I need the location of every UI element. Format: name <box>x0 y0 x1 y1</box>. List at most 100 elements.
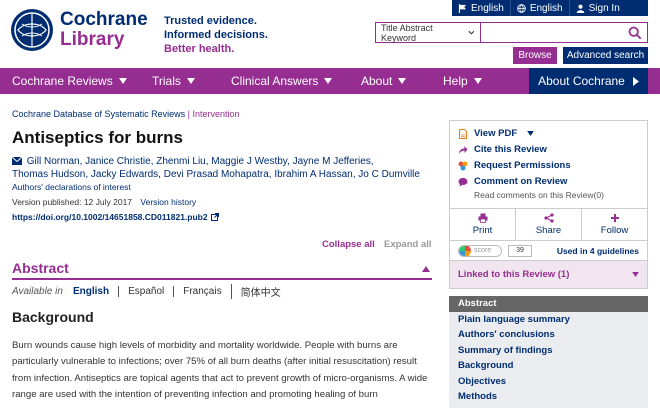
tagline: Trusted evidence. Informed decisions. Be… <box>164 14 268 56</box>
toc-item-abstract[interactable]: Abstract <box>449 296 648 312</box>
nav-label: Clinical Answers <box>231 74 319 88</box>
toc-item-summary-of-findings[interactable]: Summary of findings <box>449 343 648 359</box>
linked-reviews-label: Linked to this Review (1) <box>458 269 570 280</box>
globe-icon <box>516 3 526 13</box>
page-title: Antiseptics for burns <box>12 128 183 147</box>
expand-all-button[interactable]: Expand all <box>384 239 432 250</box>
breadcrumb-separator: | <box>187 109 190 119</box>
envelope-icon[interactable] <box>11 156 23 165</box>
nav-trials[interactable]: Trials <box>152 68 195 94</box>
follow-label: Follow <box>600 225 629 236</box>
breadcrumb-review-type[interactable]: Intervention <box>192 109 239 119</box>
declarations-link[interactable]: Authors' declarations of interest <box>12 182 131 192</box>
metrics-row: score 39 Used in 4 guidelines <box>449 241 648 261</box>
altmetric-badge[interactable]: score <box>458 244 502 257</box>
version-history-link[interactable]: Version history <box>140 197 196 207</box>
browse-button[interactable]: Browse <box>513 47 557 64</box>
language-menu-1[interactable]: English <box>452 0 511 16</box>
caret-down-icon <box>527 131 534 136</box>
language-spanish[interactable]: Español <box>118 286 173 297</box>
caret-down-icon <box>632 272 639 277</box>
authors-line1[interactable]: Gill Norman, Janice Christie, Zhenmi Liu… <box>27 156 374 167</box>
table-of-contents: Abstract Plain language summary Authors'… <box>449 296 648 408</box>
nav-about[interactable]: About <box>361 68 407 94</box>
language-label-1: English <box>471 2 504 14</box>
language-french[interactable]: Français <box>173 286 230 297</box>
about-cochrane-label: About Cochrane <box>538 74 625 88</box>
read-comments-link[interactable]: Read comments on this Review(0) <box>474 190 604 200</box>
comment-icon <box>458 177 468 186</box>
permissions-icon <box>458 161 468 170</box>
altmetric-score: 39 <box>508 244 532 257</box>
print-button[interactable]: Print <box>450 209 516 240</box>
caret-down-icon <box>118 78 127 84</box>
search-bar: Title Abstract Keyword <box>375 22 648 43</box>
sign-in-link[interactable]: Sign In <box>570 0 626 16</box>
share-label: Share <box>535 225 562 236</box>
background-heading: Background <box>12 309 94 325</box>
share-button[interactable]: Share <box>516 209 582 240</box>
search-scope-select[interactable]: Title Abstract Keyword <box>376 22 481 43</box>
nav-label: Cochrane Reviews <box>12 74 113 88</box>
flag-icon <box>458 3 467 13</box>
toc-item-authors-conclusions[interactable]: Authors' conclusions <box>449 327 648 343</box>
cochrane-logo-icon <box>11 9 53 51</box>
toc-item-plain-language-summary[interactable]: Plain language summary <box>449 312 648 328</box>
guidelines-link[interactable]: Used in 4 guidelines <box>557 246 639 256</box>
caret-up-icon <box>422 266 430 272</box>
version-info: Version published: 12 July 2017 Version … <box>12 197 196 207</box>
breadcrumb-database[interactable]: Cochrane Database of Systematic Reviews <box>12 109 185 119</box>
abstract-section-header[interactable]: Abstract <box>12 258 432 280</box>
breadcrumb: Cochrane Database of Systematic Reviews … <box>12 109 240 119</box>
print-label: Print <box>472 225 493 236</box>
nav-label: About <box>361 74 393 88</box>
toc-item-background[interactable]: Background <box>449 358 648 374</box>
cite-review-link[interactable]: Cite this Review <box>458 144 547 155</box>
main-nav: Cochrane Reviews Trials Clinical Answers… <box>0 68 660 94</box>
pdf-icon <box>459 128 467 139</box>
author-list: Gill Norman, Janice Christie, Zhenmi Liu… <box>11 155 432 181</box>
request-permissions-label: Request Permissions <box>474 160 571 171</box>
review-tools-panel: View PDF Cite this Review Request Permis… <box>449 120 648 209</box>
view-pdf-link[interactable]: View PDF <box>458 128 534 139</box>
caret-down-icon <box>473 78 482 84</box>
nav-label: Help <box>443 74 468 88</box>
comment-review-link[interactable]: Comment on Review <box>458 176 567 187</box>
doi-link[interactable]: https://doi.org/10.1002/14651858.CD01182… <box>12 212 219 222</box>
collapse-all-button[interactable]: Collapse all <box>322 239 375 250</box>
chevron-down-icon <box>468 30 475 35</box>
brand-name-line2: Library <box>60 29 125 50</box>
linked-reviews-toggle[interactable]: Linked to this Review (1) <box>449 261 648 289</box>
printer-icon <box>478 213 487 223</box>
cochrane-logo[interactable]: Cochrane Library <box>10 8 148 52</box>
search-scope-label: Title Abstract Keyword <box>381 22 433 43</box>
altmetric-donut-icon <box>459 245 471 256</box>
comment-review-label: Comment on Review <box>474 176 568 187</box>
utility-bar: English English Sign In <box>452 0 648 16</box>
toc-item-objectives[interactable]: Objectives <box>449 374 648 390</box>
authors-line2[interactable]: Thomas Hudson, Jacky Edwards, Devi Prasa… <box>12 168 432 181</box>
brand-name-line1: Cochrane <box>60 9 148 30</box>
search-button[interactable] <box>623 23 647 42</box>
language-english[interactable]: English <box>73 286 118 297</box>
search-input[interactable] <box>481 23 623 42</box>
nav-cochrane-reviews[interactable]: Cochrane Reviews <box>12 68 127 94</box>
toc-item-methods[interactable]: Methods <box>449 389 648 405</box>
about-cochrane-button[interactable]: About Cochrane <box>529 68 648 94</box>
sign-in-label: Sign In <box>588 2 620 14</box>
review-actions: Print Share Follow <box>449 209 648 241</box>
share-icon <box>543 213 554 223</box>
nav-clinical-answers[interactable]: Clinical Answers <box>231 68 333 94</box>
nav-help[interactable]: Help <box>443 68 482 94</box>
altmetric-label: score <box>474 247 492 254</box>
version-published: Version published: 12 July 2017 <box>12 197 133 207</box>
external-link-icon <box>210 213 219 221</box>
abstract-heading: Abstract <box>12 260 69 276</box>
view-pdf-label: View PDF <box>474 128 518 139</box>
follow-button[interactable]: Follow <box>582 209 647 240</box>
advanced-search-button[interactable]: Advanced search <box>563 47 648 64</box>
language-menu-2[interactable]: English <box>511 0 570 16</box>
language-chinese[interactable]: 简体中文 <box>230 284 290 299</box>
share-arrow-icon <box>459 145 468 154</box>
request-permissions-link[interactable]: Request Permissions <box>458 160 571 171</box>
